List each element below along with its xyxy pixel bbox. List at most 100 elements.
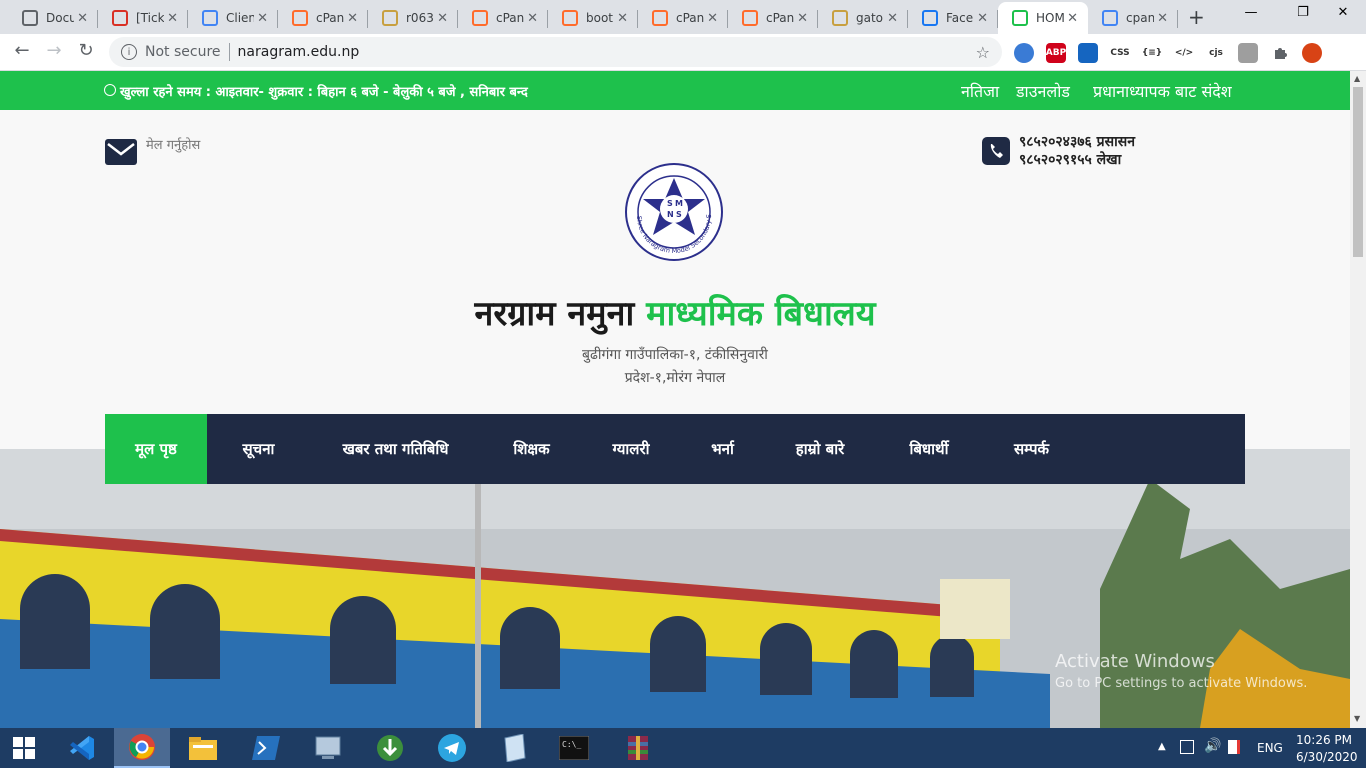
- svg-text:S: S: [667, 199, 673, 208]
- json-icon[interactable]: {≡}: [1142, 43, 1162, 63]
- scroll-up-arrow[interactable]: ▲: [1354, 74, 1360, 83]
- tray-chevron-icon[interactable]: ▲: [1158, 741, 1166, 752]
- activate-windows-subtitle: Go to PC settings to activate Windows.: [1055, 676, 1308, 691]
- tab-title: Clien: [226, 11, 254, 25]
- clock-date[interactable]: 6/30/2020: [1296, 750, 1358, 764]
- browser-tab[interactable]: Facel ✕: [908, 2, 998, 34]
- browser-tab[interactable]: cPan ✕: [728, 2, 818, 34]
- profile-ext-icon[interactable]: [1238, 43, 1258, 63]
- nav-item[interactable]: शिक्षक: [481, 414, 582, 484]
- notes-app-icon[interactable]: [486, 728, 542, 768]
- browser-tab[interactable]: HOM ✕: [998, 2, 1088, 34]
- url-text[interactable]: naragram.edu.np: [238, 44, 360, 60]
- nav-item[interactable]: बिधार्थी: [875, 414, 983, 484]
- avatar-icon[interactable]: [1302, 43, 1322, 63]
- globe-icon[interactable]: [1014, 43, 1034, 63]
- tab-close-icon[interactable]: ✕: [707, 11, 718, 26]
- file-explorer-icon[interactable]: [175, 728, 231, 768]
- info-icon[interactable]: i: [121, 44, 137, 60]
- tab-close-icon[interactable]: ✕: [437, 11, 448, 26]
- tab-title: boot: [586, 11, 614, 25]
- winrar-icon[interactable]: [610, 728, 666, 768]
- nav-item[interactable]: सम्पर्क: [983, 414, 1080, 484]
- cpanel-icon: [562, 10, 578, 26]
- command-prompt-icon[interactable]: C:\_: [546, 728, 602, 768]
- nav-item[interactable]: ग्यालरी: [582, 414, 680, 484]
- browser-tab[interactable]: Docu ✕: [8, 2, 98, 34]
- new-tab-button[interactable]: +: [1188, 5, 1205, 29]
- nav-item[interactable]: भर्ना: [680, 414, 765, 484]
- network-icon[interactable]: [1180, 740, 1194, 754]
- omnibox-divider: [228, 43, 230, 61]
- browser-tab[interactable]: gato ✕: [818, 2, 908, 34]
- cpanel-icon: [652, 10, 668, 26]
- windows-start-icon[interactable]: [0, 728, 48, 768]
- telegram-icon[interactable]: [424, 728, 480, 768]
- volume-icon[interactable]: 🔊: [1204, 738, 1221, 754]
- browser-tab[interactable]: cpan ✕: [1088, 2, 1178, 34]
- school-title-part2: माध्यमिक बिधालय: [646, 294, 876, 334]
- cpanel-icon: [472, 10, 488, 26]
- tab-close-icon[interactable]: ✕: [527, 11, 538, 26]
- forward-button[interactable]: →: [42, 40, 66, 61]
- powershell-icon[interactable]: [238, 728, 294, 768]
- puzzle-icon[interactable]: [1270, 43, 1290, 63]
- tab-close-icon[interactable]: ✕: [887, 11, 898, 26]
- phone-account: ९८५२०२९१५५ लेखा: [1019, 152, 1122, 168]
- mail-label[interactable]: मेल गर्नुहोस: [146, 135, 200, 153]
- tab-close-icon[interactable]: ✕: [1157, 11, 1168, 26]
- scroll-down-arrow[interactable]: ▼: [1354, 714, 1360, 723]
- minimize-button[interactable]: —: [1228, 0, 1274, 24]
- principal-message-link[interactable]: प्रधानाध्यापक बाट संदेश: [1093, 80, 1232, 102]
- browser-tab[interactable]: r063 ✕: [368, 2, 458, 34]
- tab-close-icon[interactable]: ✕: [617, 11, 628, 26]
- download-link[interactable]: डाउनलोड: [1016, 80, 1070, 102]
- nav-item[interactable]: मूल पृष्ठ: [105, 414, 207, 484]
- browser-tab[interactable]: cPan ✕: [458, 2, 548, 34]
- browser-tab[interactable]: [Tick ✕: [98, 2, 188, 34]
- notification-flag-icon[interactable]: [1228, 740, 1240, 754]
- tab-close-icon[interactable]: ✕: [257, 11, 268, 26]
- clock-time[interactable]: 10:26 PM: [1296, 733, 1352, 747]
- chrome-taskbar-icon[interactable]: [114, 728, 170, 768]
- code-icon[interactable]: </>: [1174, 43, 1194, 63]
- tab-close-icon[interactable]: ✕: [167, 11, 178, 26]
- download-manager-icon[interactable]: [362, 728, 418, 768]
- browser-tab[interactable]: boot ✕: [548, 2, 638, 34]
- opening-hours-text: खुल्ला रहने समय : आइतवार- शुक्रवार : बिह…: [120, 85, 528, 100]
- not-secure-label[interactable]: Not secure: [145, 44, 221, 60]
- scrollbar-thumb[interactable]: [1353, 87, 1363, 257]
- browser-tab[interactable]: Clien ✕: [188, 2, 278, 34]
- language-indicator[interactable]: ENG: [1257, 741, 1283, 755]
- browser-tab[interactable]: cPan ✕: [638, 2, 728, 34]
- book-icon: [1012, 10, 1028, 26]
- control-panel-icon[interactable]: [300, 728, 356, 768]
- school-logo[interactable]: S M N S Shree Naragram Model Secondary S…: [621, 155, 725, 263]
- windows-taskbar: C:\_ ▲ 🔊 ENG 10:26 PM 6/30/2020: [0, 728, 1366, 768]
- reload-button[interactable]: ↻: [74, 40, 98, 61]
- extension-icon[interactable]: [1078, 43, 1098, 63]
- tab-close-icon[interactable]: ✕: [1067, 11, 1078, 26]
- browser-tab[interactable]: cPan ✕: [278, 2, 368, 34]
- nav-item[interactable]: सूचना: [207, 414, 310, 484]
- back-button[interactable]: ←: [10, 40, 34, 61]
- tab-close-icon[interactable]: ✕: [797, 11, 808, 26]
- tab-title: HOM: [1036, 11, 1064, 25]
- adblock-icon[interactable]: ABP: [1046, 43, 1066, 63]
- close-window-button[interactable]: ✕: [1320, 0, 1366, 24]
- vscode-icon[interactable]: [54, 728, 110, 768]
- css-icon[interactable]: CSS: [1110, 43, 1130, 63]
- nav-item[interactable]: खबर तथा गतिबिधि: [310, 414, 481, 484]
- mail-icon[interactable]: [105, 139, 137, 165]
- tab-close-icon[interactable]: ✕: [977, 11, 988, 26]
- page-scrollbar[interactable]: ▲ ▼: [1350, 71, 1366, 728]
- bookmark-star-icon[interactable]: ☆: [976, 43, 990, 62]
- tab-close-icon[interactable]: ✕: [347, 11, 358, 26]
- nav-item[interactable]: हाम्रो बारे: [765, 414, 875, 484]
- cjs-icon[interactable]: cjs: [1206, 43, 1226, 63]
- clock-icon: [104, 84, 116, 96]
- tab-close-icon[interactable]: ✕: [77, 11, 88, 26]
- address-bar[interactable]: i Not secure naragram.edu.np ☆: [109, 37, 1002, 67]
- ship-icon: [832, 10, 848, 26]
- results-link[interactable]: नतिजा: [961, 80, 999, 102]
